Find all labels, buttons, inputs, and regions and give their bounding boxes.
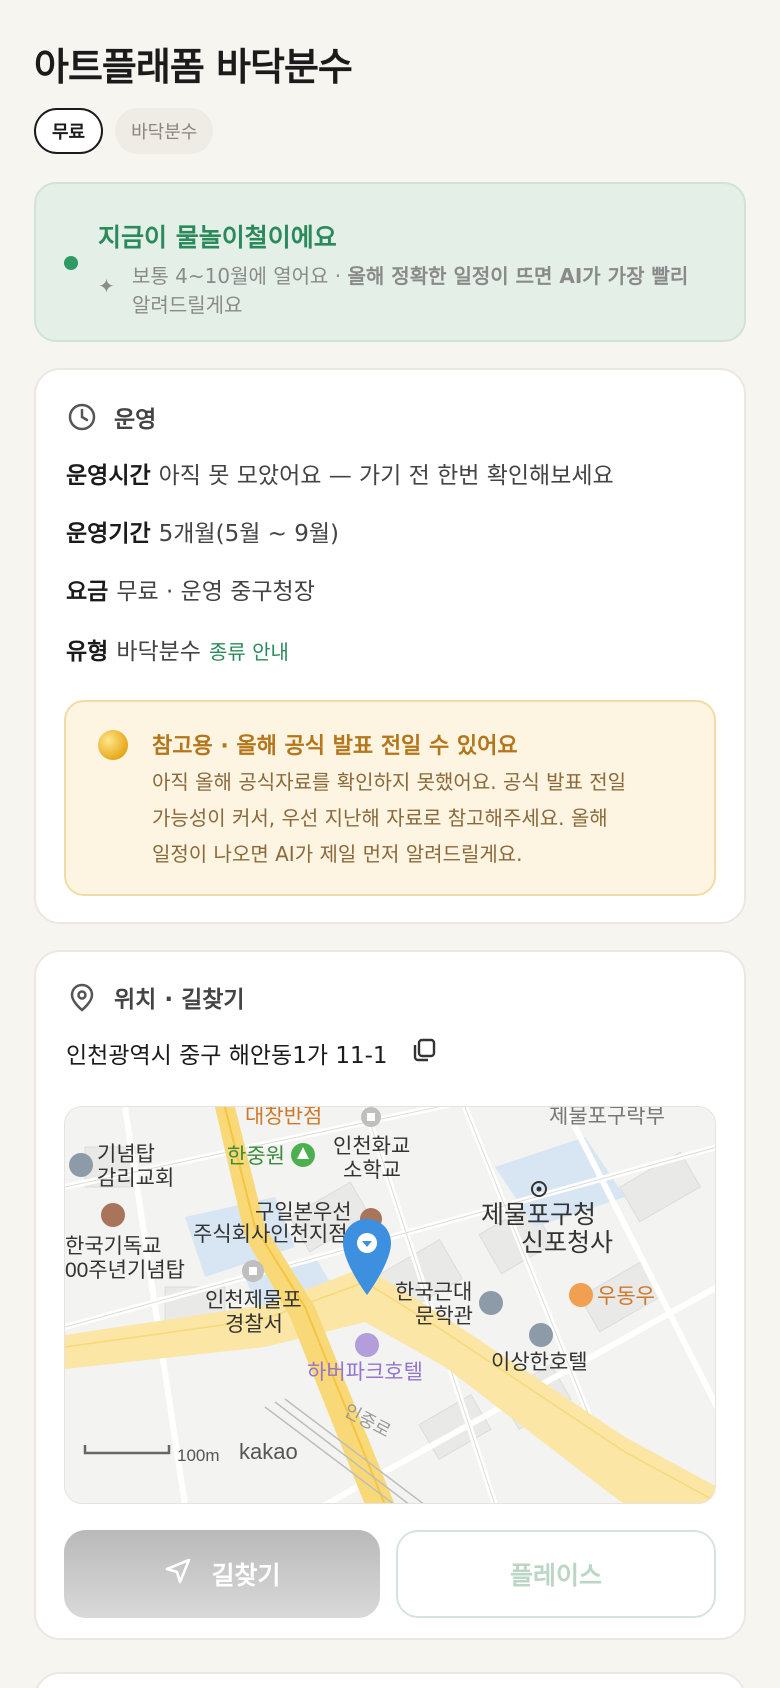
- map-label-l12: 한국기독교: [65, 1235, 162, 1258]
- address-text: 인천광역시 중구 해안동1가 11-1: [66, 1043, 388, 1069]
- map-label-l1: 대창반점: [245, 1107, 322, 1128]
- season-description: 보통 4~10월에 열어요 · 올해 정확한 일정이 뜨면 AI가 가장 빨리알…: [132, 262, 732, 320]
- notice-line-2: 가능성이 커서, 우선 지난해 자료로 참고해주세요. 올해: [152, 806, 608, 830]
- map-canvas: 대창반점 인천화교 소학교 제물포구락부 기념탑 감리교회 한중원 구일본우선 …: [65, 1107, 715, 1503]
- row-period-value: 5개월(5월 ~ 9월): [158, 521, 340, 547]
- row-period: 운영기간 5개월(5월 ~ 9월): [66, 514, 339, 548]
- notice-line-1: 아직 올해 공식자료를 확인하지 못했어요. 공식 발표 전일: [152, 770, 627, 794]
- location-pin-icon: [66, 981, 98, 1013]
- map-label-l18: 우동우: [597, 1285, 655, 1308]
- map-label-l15: 경찰서: [225, 1313, 283, 1336]
- navigate-arrow-icon: [163, 1556, 193, 1592]
- map-label-l10: 제물포구청: [481, 1201, 596, 1229]
- operation-card: 운영 운영시간 아직 못 모았어요 — 가기 전 한번 확인해보세요 운영기간 5개…: [34, 368, 746, 924]
- season-desc-plain: 보통 4~10월에 열어요 ·: [132, 264, 348, 288]
- season-title: 지금이 물놀이철이에요: [98, 223, 337, 252]
- chip-floor-fountain[interactable]: 바닥분수: [115, 108, 214, 154]
- operation-heading-label: 운영: [114, 407, 157, 433]
- map-label-l4: 제물포구락부: [549, 1107, 665, 1128]
- action-buttons: 길찾기 플레이스: [64, 1530, 716, 1618]
- season-banner: 지금이 물놀이철이에요 ✦ 보통 4~10월에 열어요 · 올해 정확한 일정이…: [34, 182, 746, 342]
- map[interactable]: 대창반점 인천화교 소학교 제물포구락부 기념탑 감리교회 한중원 구일본우선 …: [64, 1106, 716, 1504]
- map-label-l5: 기념탑: [97, 1143, 155, 1166]
- season-desc-bold: 올해 정확한 일정이 뜨면 AI가 가장 빨리: [347, 264, 689, 288]
- map-brand: kakao: [239, 1439, 298, 1464]
- type-guide-link[interactable]: 종류 안내: [209, 640, 289, 664]
- map-label-l7: 한중원: [227, 1145, 285, 1168]
- notice-title: 참고용 · 올해 공식 발표 전일 수 있어요: [152, 734, 518, 759]
- row-type-key: 유형: [66, 639, 109, 665]
- map-label-l20: 하버파크호텔: [307, 1361, 423, 1384]
- notice-line-3: 일정이 나오면 AI가 제일 먼저 알려드릴게요.: [152, 842, 523, 866]
- map-label-l2: 인천화교: [333, 1135, 410, 1158]
- row-fee-key: 요금: [66, 579, 109, 605]
- directions-button[interactable]: 길찾기: [64, 1530, 380, 1618]
- row-period-key: 운영기간: [66, 521, 151, 547]
- map-label-l13: 00주년기념탑: [65, 1259, 185, 1282]
- location-heading: 위치 · 길찾기: [66, 980, 245, 1014]
- sparkle-icon: ✦: [98, 274, 115, 298]
- notice-body: 아직 올해 공식자료를 확인하지 못했어요. 공식 발표 전일 가능성이 커서,…: [152, 764, 692, 872]
- next-card-edge: [34, 1672, 746, 1688]
- operation-heading: 운영: [66, 400, 156, 434]
- map-label-l14: 인천제물포: [205, 1289, 302, 1312]
- location-heading-label: 위치 · 길찾기: [114, 987, 245, 1013]
- row-hours-key: 운영시간: [66, 463, 151, 489]
- tag-chips: 무료 바닥분수: [34, 108, 214, 154]
- page-title: 아트플래폼 바닥분수: [34, 45, 353, 89]
- reference-notice: 참고용 · 올해 공식 발표 전일 수 있어요 아직 올해 공식자료를 확인하지…: [64, 700, 716, 896]
- map-label-l9: 주식회사인천지점: [193, 1223, 348, 1246]
- row-type-value: 바닥분수: [116, 639, 201, 665]
- location-card: 위치 · 길찾기 인천광역시 중구 해안동1가 11-1 대창반점 인천화교 소…: [34, 950, 746, 1640]
- row-type: 유형 바닥분수 종류 안내: [66, 632, 289, 666]
- map-label-l6: 감리교회: [97, 1167, 174, 1190]
- copy-icon[interactable]: [410, 1036, 438, 1070]
- address-row: 인천광역시 중구 해안동1가 11-1: [66, 1036, 438, 1070]
- status-dot-icon: [64, 256, 78, 270]
- row-fee-value: 무료 · 운영 중구청장: [116, 579, 315, 605]
- row-fee: 요금 무료 · 운영 중구청장: [66, 572, 315, 606]
- map-label-l16: 한국근대: [395, 1281, 472, 1304]
- map-label-l11: 신포청사: [521, 1229, 613, 1257]
- place-button[interactable]: 플레이스: [396, 1530, 716, 1618]
- chip-free[interactable]: 무료: [34, 108, 104, 154]
- season-desc-tail: 알려드릴게요: [132, 293, 243, 317]
- map-label-l3: 소학교: [343, 1159, 401, 1182]
- map-label-l19: 이상한호텔: [491, 1351, 588, 1374]
- map-label-l17: 문학관: [415, 1305, 473, 1328]
- map-scale-label: 100m: [177, 1446, 220, 1465]
- row-hours: 운영시간 아직 못 모았어요 — 가기 전 한번 확인해보세요: [66, 456, 614, 490]
- moon-icon: [98, 730, 128, 760]
- map-label-l8: 구일본우선: [255, 1201, 352, 1224]
- directions-label: 길찾기: [211, 1561, 281, 1590]
- clock-icon: [66, 401, 98, 433]
- row-hours-value: 아직 못 모았어요 — 가기 전 한번 확인해보세요: [158, 463, 614, 489]
